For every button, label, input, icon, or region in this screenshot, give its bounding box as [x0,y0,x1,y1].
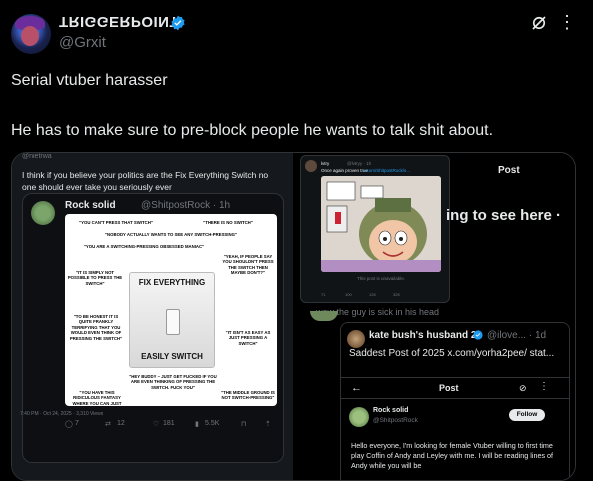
rt-view-count: 32K [393,292,401,297]
inner-post-bar: ← Post ⊘ ⋮ [341,377,569,399]
kb-name: kate bush's husband 2 [369,330,477,341]
tweet-media[interactable]: @nietrwa I think if you believe your pol… [11,152,576,481]
inner-post-title: Post [439,383,459,393]
nothing-to-see-text: ing to see here · [446,207,562,224]
media-image-left[interactable]: @nietrwa I think if you believe your pol… [12,153,293,480]
meme-quote: "THERE IS NO SWITCH" [203,220,253,225]
meme-quote: "YOU HAVE THIS RIDICULOUS FANTASY WHERE … [72,390,122,406]
tweet-text-line2: He has to make sure to pre-block people … [11,122,494,139]
views-icon: ▮ [195,421,199,428]
meme-quote: "YOU ARE A SWITCHING-PRESSING OBSESSED M… [83,244,205,249]
embedded-name: Rock solid [65,200,116,211]
switch-top-label: FIX EVERYTHING [138,278,206,287]
retweet-screenshot: lvtry @lvtryy · 1h Once again proven tru… [300,155,450,303]
media-image-right[interactable]: lvtry @lvtryy · 1h Once again proven tru… [296,153,575,480]
kb-avatar [347,330,365,348]
cut-off-handle: @nietrwa [22,153,52,160]
rt-cartoon-image [321,176,441,272]
verified-badge-icon [171,15,185,31]
like-icon: ♡ [153,421,160,428]
rt-link: x.com/ShitpostRock/s... [363,168,411,173]
rt-repost-count: 100 [345,292,352,297]
screenshot-quote-text: I think if you believe your politics are… [22,170,269,192]
follow-button: Follow [509,409,545,421]
like-count: 181 [163,420,175,427]
kb-handle: @ilove... · 1d [487,330,547,341]
meme-quote: "THE MIDDLE GROUND IS NOT SWITCH-PRESSIN… [221,390,275,401]
rs3-handle: @ShitpostRock [373,417,418,424]
kb-verified-icon [473,330,483,340]
tweet-text-line1: Serial vtuber harasser [11,72,168,89]
grok-icon[interactable] [530,14,548,32]
inner-grok-icon: ⊘ [519,383,527,393]
meme-quote: "NOBODY ACTUALLY WANTS TO SEE ANY SWITCH… [105,232,237,237]
author-handle[interactable]: @Grxit [59,34,106,51]
repost-icon: ⇄ [105,421,111,428]
more-icon[interactable]: ⋮ [558,13,576,33]
meme-quote: "TO BE HONEST IT IS QUITE FRANKLY TERRIF… [69,314,123,341]
cut-off-reply-text: wow the guy is sick in his head [316,307,440,317]
rt-reply-count: 71 [321,292,326,297]
author-avatar[interactable] [11,14,51,54]
embedded-actions: ◯ 7 ⇄ 12 ♡ 181 ▮ 5.5K ⊓ ⇡ [65,420,277,432]
rs3-name: Rock solid [373,407,409,414]
embedded-handle: @ShitpostRock · 1h [141,200,231,211]
meme-quote: "YEAH, IF PEOPLE SAY YOU SHOULDN'T PRESS… [222,254,274,276]
inner-more-icon: ⋮ [539,381,549,392]
embedded-avatar [31,201,55,225]
embedded-timestamp: 7:40 PM · Oct 24, 2025 · 3,310 Views [20,411,104,417]
rt-handle: @lvtryy · 1h [347,161,372,166]
share-icon: ⇡ [265,421,271,428]
reply-icon: ◯ [65,421,73,428]
reply-avatar-cut [310,311,338,321]
rt-name: lvtry [321,161,330,166]
rt-like-count: 12K [369,292,377,297]
rt-subtext: Once again proven true [321,168,369,173]
rs3-avatar [349,407,369,427]
rt-avatar [305,160,317,172]
embedded-post: Rock solid @ShitpostRock · 1h "YOU CAN'T… [22,193,284,463]
meme-quote: "HEY BUDDY – JUST GET FUCKED IF YOU ARE … [129,374,217,390]
switch-meme-image: "YOU CAN'T PRESS THAT SWITCH" "THERE IS … [65,214,277,406]
meme-quote: "IT ISN'T AS EASY AS JUST PRESSING A SWI… [225,330,271,346]
bookmark-icon: ⊓ [241,421,247,428]
views-count: 5.5K [205,420,220,427]
reply-count: 7 [75,420,79,427]
switch-bottom-label: EASILY SWITCH [141,352,203,361]
meme-quote: "IT IS SIMPLY NOT POSSIBLE TO PRESS THE … [67,270,123,286]
back-arrow-icon: ← [351,382,362,394]
repost-count: 12 [117,420,125,427]
post-header-title: Post [498,165,520,176]
rt-unavailable: This post is unavailable. [356,276,406,281]
rs3-post-text: Hello everyone, I'm looking for female V… [351,441,554,470]
quoted-post-screenshot: kate bush's husband 2 @ilove... · 1d Sad… [340,322,570,480]
cartoon-drawing [321,176,441,272]
switch-toggle [166,309,180,335]
kb-text: Saddest Post of 2025 x.com/yorha2pee/ st… [349,348,555,359]
avatar-face [21,26,39,46]
meme-quote: "YOU CAN'T PRESS THAT SWITCH" [79,220,153,225]
author-display-name[interactable]: TRIGGERPOINT [59,13,179,30]
